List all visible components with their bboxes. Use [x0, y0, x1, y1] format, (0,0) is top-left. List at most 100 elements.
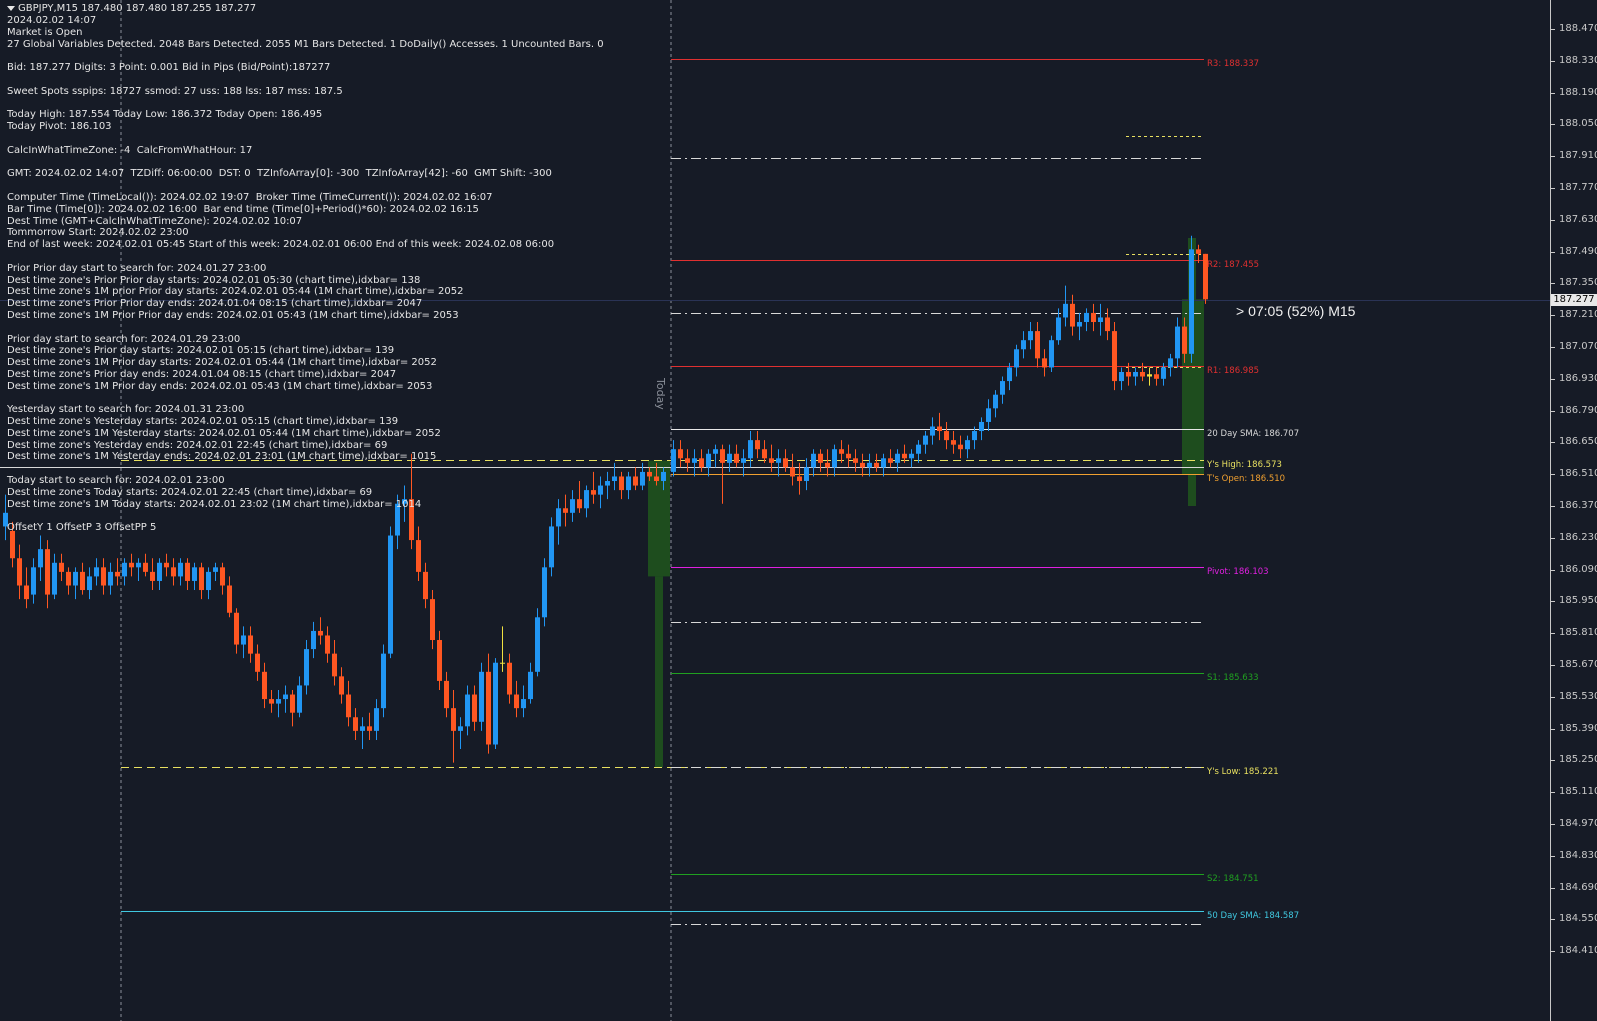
price-tick-label: 185.250 [1559, 754, 1597, 765]
candle-body [388, 535, 393, 654]
candle-body [465, 694, 470, 727]
candle-body [986, 408, 991, 422]
candle-body [713, 449, 718, 454]
candle-body [290, 694, 295, 713]
symbol-header[interactable]: GBPJPY,M15 187.480 187.480 187.255 187.2… [7, 3, 667, 15]
price-tick-label: 184.690 [1559, 882, 1597, 893]
info-line: Dest time zone's Yesterday starts: 2024.… [7, 416, 399, 428]
candle-body [122, 562, 127, 577]
candle-body [479, 671, 484, 722]
candle-body [1168, 358, 1173, 368]
candle-body [318, 630, 323, 636]
candle-body [150, 571, 155, 581]
price-tick-label: 188.190 [1559, 87, 1597, 98]
info-line: Dest time zone's 1M Yesterday starts: 20… [7, 427, 441, 439]
candle-body [1035, 331, 1040, 359]
price-tick-mark [1551, 760, 1555, 761]
price-tick-label: 187.350 [1559, 277, 1597, 288]
candle-body [353, 717, 358, 731]
today-separator-label: Today [654, 378, 667, 410]
info-line: Dest time zone's Today starts: 2024.02.0… [7, 486, 373, 498]
candle-body [1042, 358, 1047, 368]
candle-body [17, 558, 22, 586]
candle-body [902, 453, 907, 459]
candle-body [832, 449, 837, 468]
info-line: Sweet Spots sspips: 18727 ssmod: 27 uss:… [7, 85, 343, 97]
info-line: 2024.02.02 14:07 [7, 15, 97, 26]
candle-body [846, 453, 851, 459]
info-line: Dest time zone's 1M Prior Prior day ends… [7, 309, 459, 321]
price-tick-mark [1551, 729, 1555, 730]
candle-body [993, 394, 998, 409]
info-line: Yesterday start to search for: 2024.01.3… [7, 404, 245, 416]
info-line: Today Pivot: 186.103 [7, 121, 112, 133]
price-tick-label: 186.090 [1559, 564, 1597, 575]
candle-body [685, 458, 690, 463]
candle-body [52, 562, 57, 595]
candle-body [66, 571, 71, 586]
info-line: Dest time zone's 1M Today starts: 2024.0… [7, 498, 422, 510]
price-tick-label: 186.230 [1559, 532, 1597, 543]
price-tick-label: 187.630 [1559, 214, 1597, 225]
candle-body [241, 635, 246, 645]
candle-body [507, 662, 512, 695]
level-label-ys-low: Y's Low: 185.221 [1207, 767, 1279, 777]
candle-body [776, 458, 781, 463]
candle-body [1154, 374, 1159, 379]
level-label-sma50: 50 Day SMA: 184.587 [1207, 911, 1300, 921]
level-label-ys-high: Y's High: 186.573 [1207, 460, 1282, 470]
candle-body [769, 458, 774, 463]
price-axis[interactable]: 188.470 188.330 188.190 188.050 187.910 187.7… [1551, 0, 1597, 1021]
candle-body [818, 453, 823, 463]
price-tick-mark [1551, 379, 1555, 380]
info-line: OffsetY 1 OffsetP 3 OffsetPP 5 [7, 522, 157, 534]
price-tick-label: 187.210 [1559, 309, 1597, 320]
candle-body [783, 458, 788, 468]
candle-body [909, 453, 914, 459]
candle-body [31, 567, 36, 595]
candle-body [220, 567, 225, 586]
candle-body [916, 444, 921, 454]
candle-body [1063, 303, 1068, 318]
candle-body [346, 694, 351, 718]
info-line: Tommorrow Start: 2024.02.02 23:00 [7, 227, 189, 239]
candle-body [339, 676, 344, 695]
candle-body [283, 694, 288, 700]
candle-body [374, 708, 379, 731]
candle-body [521, 699, 526, 709]
price-tick-mark [1551, 506, 1555, 507]
candle-body [514, 694, 519, 709]
level-label-s1: S1: 185.633 [1207, 673, 1259, 683]
info-line: Dest time zone's 1M Yesterday ends: 2024… [7, 451, 437, 463]
price-tick-mark [1551, 93, 1555, 94]
candle-body [129, 562, 134, 568]
level-label-pivot: Pivot: 186.103 [1207, 567, 1269, 577]
candle-body [199, 567, 204, 591]
price-tick-label: 188.330 [1559, 55, 1597, 66]
candle-body [720, 449, 725, 463]
candle-body [923, 435, 928, 445]
price-tick-mark [1551, 888, 1555, 889]
candle-body [790, 467, 795, 477]
chart-area[interactable]: GBPJPY,M15 187.480 187.480 187.255 187.2… [0, 0, 1551, 1021]
candle-body [1119, 371, 1124, 382]
candle-body [108, 571, 113, 586]
candle-body [381, 653, 386, 709]
info-line [7, 251, 667, 263]
info-line: Dest time zone's Prior Prior day ends: 2… [7, 298, 423, 310]
price-tick-mark [1551, 665, 1555, 666]
candle-body [94, 567, 99, 577]
candle-body [472, 694, 477, 722]
candle-body [1084, 312, 1089, 323]
price-tick-label: 187.910 [1559, 150, 1597, 161]
candle-body [38, 549, 43, 568]
info-line [7, 463, 667, 475]
triangle-down-icon[interactable] [7, 5, 15, 11]
candle-body [1189, 249, 1194, 354]
candle-body [255, 653, 260, 672]
info-line [7, 393, 667, 405]
price-tick-label: 188.050 [1559, 118, 1597, 129]
candle-body [1105, 317, 1110, 332]
candle-body [458, 726, 463, 731]
info-line: Dest time zone's 1M prior Prior day star… [7, 286, 464, 298]
